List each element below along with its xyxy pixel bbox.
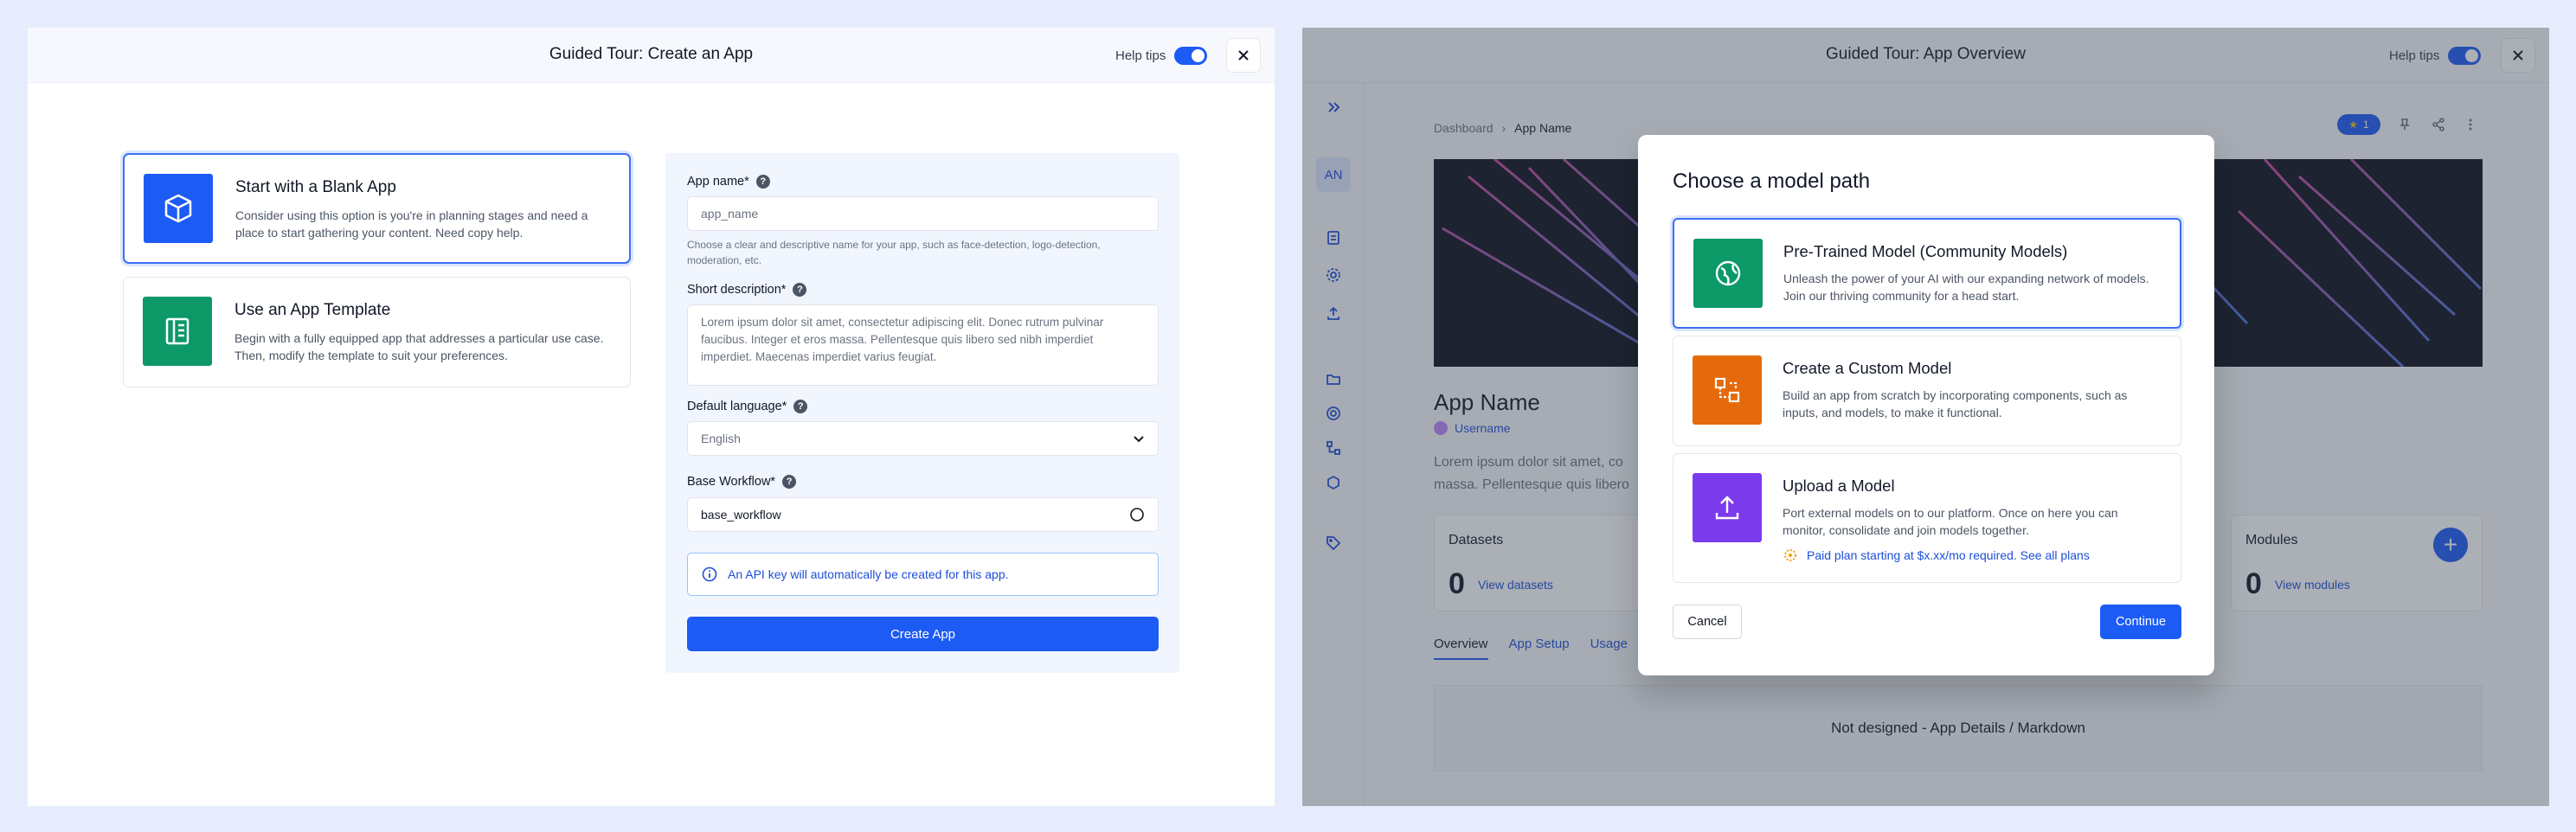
premium-icon (1784, 549, 1796, 561)
option-title: Create a Custom Model (1783, 359, 1952, 377)
help-tips-toggle[interactable] (1174, 47, 1208, 65)
tour-header: Guided Tour: Create an App Help tips (28, 28, 1275, 83)
custom-model-option[interactable]: Create a Custom Model Build an app from … (1673, 336, 2181, 446)
option-title: Start with a Blank App (235, 178, 396, 196)
cube-icon (144, 174, 213, 243)
option-description: Consider using this option is you're in … (235, 208, 588, 240)
short-description-textarea[interactable]: Lorem ipsum dolor sit amet, consectetur … (687, 304, 1159, 386)
help-icon[interactable]: ? (755, 175, 770, 189)
option-title: Upload a Model (1783, 477, 1895, 495)
template-icon (143, 297, 212, 366)
default-language-label: Default language*? (687, 400, 808, 413)
model-path-modal: Choose a model path Pre-Trained Model (C… (1638, 135, 2214, 675)
help-icon[interactable]: ? (793, 283, 807, 297)
default-language-select[interactable]: English (687, 421, 1159, 456)
upload-model-option[interactable]: Upload a Model Port external models on t… (1673, 453, 2181, 583)
help-icon[interactable]: ? (793, 400, 808, 413)
app-name-label: App name*? (687, 175, 770, 189)
tour-title: Guided Tour: Create an App (549, 45, 754, 63)
info-icon (702, 566, 717, 582)
cancel-button[interactable]: Cancel (1673, 605, 1742, 639)
chevron-down-icon (1134, 436, 1144, 443)
short-description-label: Short description*? (687, 283, 807, 297)
pretrained-model-option[interactable]: Pre-Trained Model (Community Models) Unl… (1673, 218, 2181, 329)
radio-circle-icon (1130, 508, 1144, 522)
base-workflow-select[interactable]: base_workflow (687, 497, 1159, 532)
option-description: Port external models on to our platform.… (1783, 506, 2118, 537)
option-description: Unleash the power of your AI with our ex… (1783, 272, 2149, 303)
close-icon (1238, 50, 1249, 61)
create-app-panel: Guided Tour: Create an App Help tips Sta… (28, 28, 1275, 806)
app-template-option[interactable]: Use an App Template Begin with a fully e… (123, 277, 631, 387)
modal-title: Choose a model path (1673, 170, 1871, 193)
option-description: Begin with a fully equipped app that add… (234, 331, 604, 362)
help-tips-label: Help tips (1115, 48, 1166, 63)
globe-icon (1693, 239, 1763, 308)
option-title: Pre-Trained Model (Community Models) (1783, 242, 2068, 260)
paid-plan-note[interactable]: Paid plan starting at $x.xx/mo required.… (1783, 547, 2090, 563)
option-title: Use an App Template (234, 301, 391, 319)
option-description: Build an app from scratch by incorporati… (1783, 388, 2128, 419)
build-components-icon (1693, 355, 1762, 425)
paid-plan-text: Paid plan starting at $x.xx/mo required.… (1807, 548, 2090, 562)
selected-language: English (701, 432, 741, 445)
close-button[interactable] (1226, 38, 1261, 73)
selected-workflow: base_workflow (701, 508, 781, 522)
help-tips-toggle-group: Help tips (1115, 47, 1208, 65)
create-app-form: App name*? app_name Choose a clear and d… (665, 153, 1179, 673)
continue-button[interactable]: Continue (2100, 605, 2181, 639)
help-icon[interactable]: ? (782, 475, 797, 489)
upload-icon (1693, 473, 1762, 542)
info-text: An API key will automatically be created… (728, 567, 1009, 581)
app-overview-panel: Guided Tour: App Overview Help tips AN D… (1302, 28, 2549, 806)
api-key-info: An API key will automatically be created… (687, 553, 1159, 596)
app-name-help-text: Choose a clear and descriptive name for … (687, 239, 1101, 266)
blank-app-option[interactable]: Start with a Blank App Consider using th… (123, 153, 631, 264)
base-workflow-label: Base Workflow*? (687, 475, 797, 489)
app-name-input[interactable]: app_name (687, 196, 1159, 231)
create-app-button[interactable]: Create App (687, 617, 1159, 651)
